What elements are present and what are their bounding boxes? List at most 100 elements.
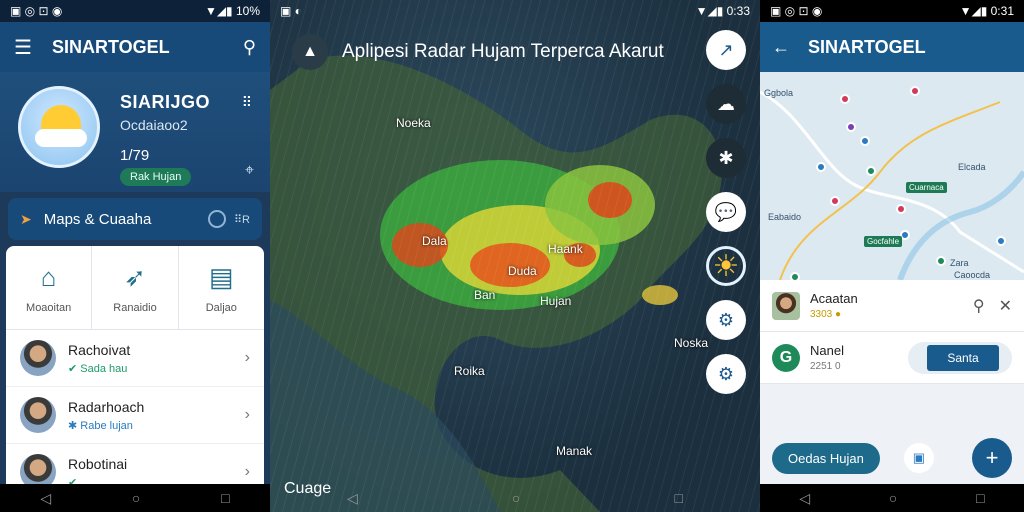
location-map[interactable]: Ggbola Elcada Eabaido Cuarnaca Gocfahle …: [760, 72, 1024, 280]
map-pin-icon[interactable]: [996, 236, 1006, 246]
temperature: 1/79: [120, 147, 150, 164]
map-label: Roika: [454, 364, 485, 378]
gps-icon[interactable]: ⌖: [245, 162, 254, 180]
list-item-name: Acaatan: [810, 291, 858, 306]
sun-button[interactable]: ☀: [706, 246, 746, 286]
nav-back-button[interactable]: ◁: [799, 490, 810, 507]
rain-badge[interactable]: Rak Hujan: [120, 168, 192, 186]
quick-action-data[interactable]: ▤ Daljao: [179, 246, 264, 329]
menu-icon[interactable]: ☰: [14, 35, 42, 60]
nav-home-button[interactable]: ○: [889, 490, 897, 506]
search-icon[interactable]: ⚲: [243, 37, 256, 58]
quick-action-label: Moaoitan: [26, 301, 72, 314]
status-right: ▼◢▮ 0:31: [959, 4, 1014, 18]
app-title: SINARTOGEL: [52, 36, 170, 57]
system-nav-bar: ◁ ○ □: [270, 484, 760, 512]
map-label: Noska: [674, 336, 709, 350]
close-icon[interactable]: ✕: [999, 296, 1012, 316]
sun-cloud-icon: [18, 86, 100, 168]
map-label: Ggbola: [764, 88, 794, 98]
list-item-status: ✔ ...: [68, 476, 90, 485]
list-item[interactable]: Acaatan 3303 ● ⚲ ✕: [760, 280, 1024, 332]
list-item-name: Robotinai: [68, 455, 128, 472]
app-title: SINARTOGEL: [808, 36, 926, 57]
search-icon[interactable]: ⚲: [973, 296, 985, 316]
nav-home-button[interactable]: ○: [512, 490, 520, 506]
list-item[interactable]: Radarhoach ✱ Rabe lujan ›: [6, 387, 264, 444]
map-header: ▲ Aplipesi Radar Hujam Terperca Akarut: [292, 34, 664, 70]
list-item[interactable]: Robotinai ✔ ... ›: [6, 444, 264, 484]
up-arrow-button[interactable]: ▲: [292, 34, 328, 70]
app-bar: ☰ SINARTOGEL ⚲: [0, 22, 270, 72]
map-pin-icon[interactable]: [830, 196, 840, 206]
avatar: [20, 397, 56, 433]
map-pin-icon[interactable]: [866, 166, 876, 176]
rain-overlay: [270, 0, 760, 512]
qr-icon[interactable]: ▣: [903, 443, 934, 473]
rain-map-button[interactable]: Oedas Hujan: [772, 442, 880, 474]
nav-recent-button[interactable]: □: [221, 490, 229, 506]
phone-1: ▣ ◎ ⊡ ◉ ▼◢▮ 10% ☰ SINARTOGEL ⚲ SIARIJGO …: [0, 0, 270, 512]
app-bar: ← SINARTOGEL: [760, 22, 1024, 72]
location-list: Acaatan 3303 ● ⚲ ✕ G Nanel 2251 0 Santa: [760, 280, 1024, 384]
content-panel: ⌂ Moaoitan ➶ Ranaidio ▤ Daljao Rachoivat…: [6, 246, 264, 484]
list-item-status: 3303 ●: [810, 309, 842, 320]
map-pin-icon[interactable]: [936, 256, 946, 266]
status-bar: ▣ ◎ ⊡ ◉ ▼◢▮ 10%: [0, 0, 270, 22]
document-icon: ▤: [209, 261, 234, 292]
map-pin-icon[interactable]: [840, 94, 850, 104]
list-item-status: ✔ Sada hau: [68, 362, 128, 375]
map-pin-icon[interactable]: [846, 122, 856, 132]
list-item-status: 2251 0: [810, 361, 841, 372]
map-label: Elcada: [958, 162, 986, 172]
quick-action-label: Daljao: [205, 301, 237, 314]
map-pin-icon[interactable]: [816, 162, 826, 172]
grid-icon[interactable]: ⠿: [242, 94, 252, 111]
screens: ▣ ◎ ⊡ ◉ ▼◢▮ 10% ☰ SINARTOGEL ⚲ SIARIJGO …: [0, 0, 1024, 512]
nav-back-button[interactable]: ◁: [347, 490, 358, 507]
map-label: Haank: [548, 242, 583, 256]
map-label: Manak: [556, 444, 593, 458]
settings-button[interactable]: ⚙: [706, 300, 746, 340]
status-icons: ▣ ◎ ⊡ ◉: [10, 4, 63, 18]
nav-back-button[interactable]: ◁: [40, 490, 51, 507]
segment-control: Santa: [908, 341, 1012, 374]
toggle-circle-icon[interactable]: [207, 210, 226, 228]
select-button[interactable]: Santa: [927, 344, 999, 371]
map-pin-icon[interactable]: [910, 86, 920, 96]
map-controls: ↗ ☁ ✱ 💬 ☀ ⚙ ⚙: [706, 30, 746, 394]
quick-action-monitor[interactable]: ⌂ Moaoitan: [6, 246, 93, 329]
add-button[interactable]: +: [972, 438, 1012, 478]
list-item[interactable]: Rachoivat ✔ Sada hau ›: [6, 330, 264, 387]
puzzle-layer-button[interactable]: ✱: [706, 138, 746, 178]
quick-action-label: Ranaidio: [113, 301, 157, 314]
list-item-name: Radarhoach: [68, 398, 145, 415]
settings-button-2[interactable]: ⚙: [706, 354, 746, 394]
status-bar: ▣ ◎ ⊡ ◉ ▼◢▮ 0:31: [760, 0, 1024, 22]
quick-action-radar[interactable]: ➶ Ranaidio: [92, 246, 179, 329]
back-arrow-icon[interactable]: ←: [772, 37, 796, 58]
map-pin-icon[interactable]: [790, 272, 800, 280]
maps-weather-card[interactable]: ➤ Maps & Cuaaha ⠿R: [8, 198, 262, 240]
map-label: Caoocda: [954, 270, 991, 280]
chevron-right-icon: ›: [244, 463, 250, 480]
chat-button[interactable]: 💬: [706, 192, 746, 232]
list-item-name: Rachoivat: [68, 341, 131, 358]
status-icons: ▣ ◎ ⊡ ◉: [770, 4, 823, 18]
nav-home-button[interactable]: ○: [132, 490, 140, 506]
nav-recent-button[interactable]: □: [674, 490, 682, 506]
list-item[interactable]: G Nanel 2251 0 Santa: [760, 332, 1024, 384]
cloud-layer-button[interactable]: ☁: [706, 84, 746, 124]
map-pin-icon[interactable]: [860, 136, 870, 146]
location-sub: Ocdaiaoo2: [120, 117, 188, 133]
map-pin-icon[interactable]: [896, 204, 906, 214]
map-label: Noeka: [396, 116, 431, 130]
status-bar: ▣ ◐ ▼◢▮ 0:33: [270, 0, 760, 22]
list-item-name: Nanel: [810, 343, 844, 358]
chevron-right-icon: ›: [244, 349, 250, 366]
nav-recent-button[interactable]: □: [976, 490, 984, 506]
brand-icon: G: [772, 343, 800, 372]
compass-button[interactable]: ↗: [706, 30, 746, 70]
avatar: [20, 454, 56, 484]
list-item-status: ✱ Rabe lujan: [68, 419, 133, 432]
